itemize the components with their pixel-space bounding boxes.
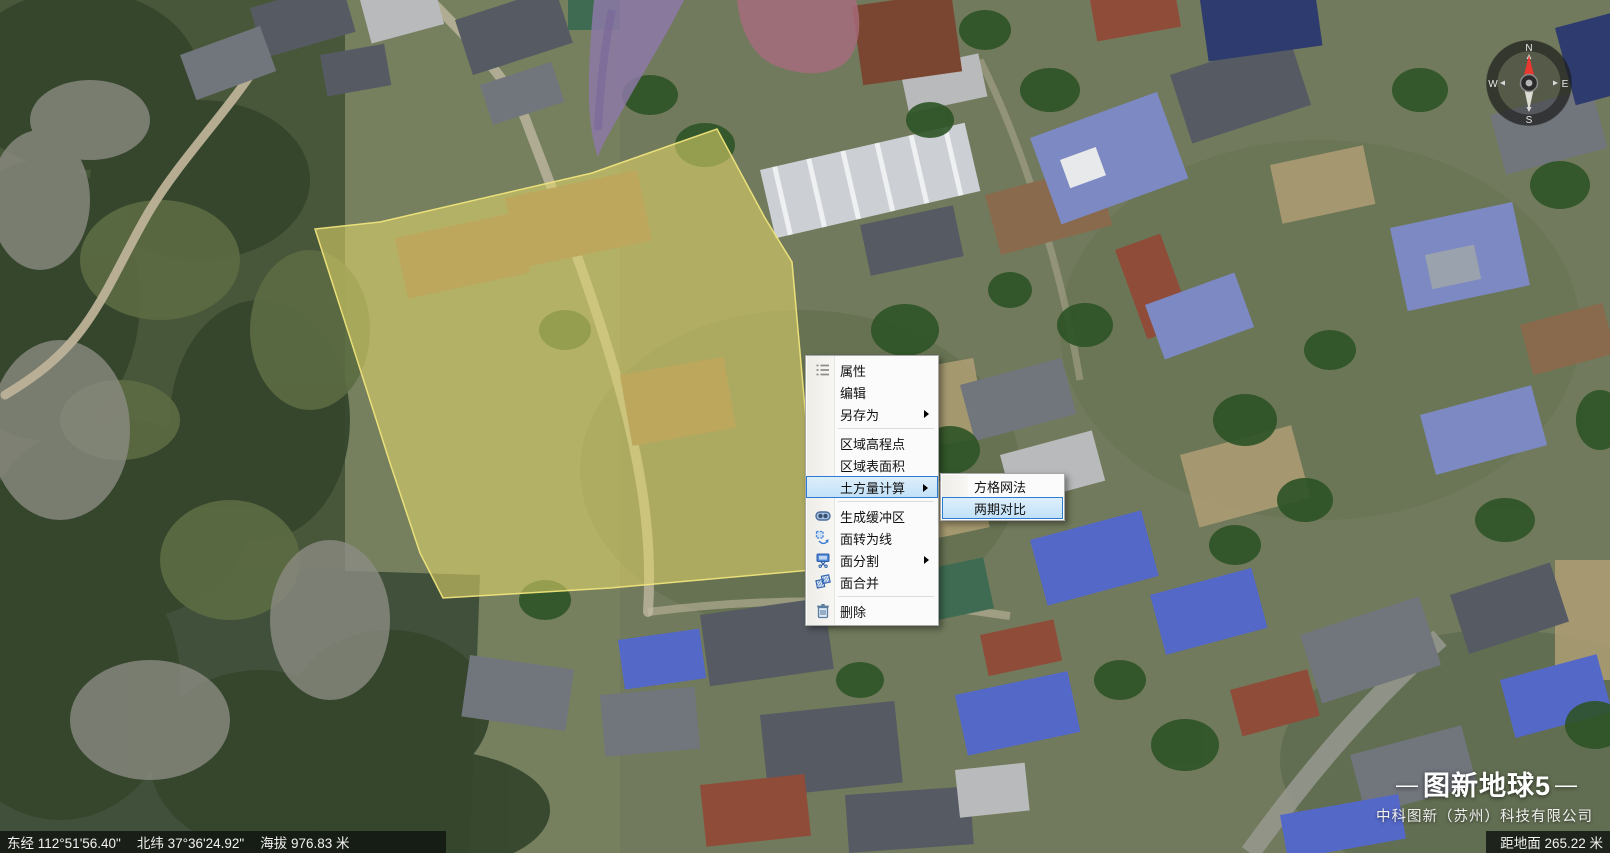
menu-item-label: 属性 [840,361,866,380]
menu-item-edit[interactable]: 编辑 [806,381,938,403]
app-watermark-company: 中科图新（苏州）科技有限公司 [1376,805,1593,826]
menu-item-label: 区域高程点 [840,434,905,453]
submenu-item-label: 两期对比 [974,499,1026,518]
compass-south-label: S [1526,115,1533,126]
menu-separator [838,596,934,597]
status-latitude: 北纬 37°36'24.92" [137,832,244,852]
menu-item-label: 编辑 [840,383,866,402]
menu-item-label: 土方量计算 [840,478,905,497]
compass-north-label: N [1525,43,1532,54]
menu-item-label: 删除 [840,602,866,621]
submenu-arrow-icon [924,410,929,418]
status-altitude: 海拔 976.83 米 [260,832,349,852]
split-icon [812,552,834,568]
submenu-item-two-phase-compare[interactable]: 两期对比 [942,497,1063,519]
watermark-dash-left: — [1392,772,1423,797]
menu-item-label: 面转为线 [840,529,892,548]
menu-item-properties[interactable]: 属性 [806,359,938,381]
polygon-to-line-icon [812,530,834,546]
submenu-arrow-icon [923,484,928,492]
merge-icon [812,574,834,590]
status-bar-camera-height: 距地面 265.22 米 [1486,831,1610,853]
properties-list-icon [812,362,834,378]
application-window: N E S W [0,0,1610,853]
menu-item-save-as[interactable]: 另存为 [806,403,938,425]
menu-item-label: 生成缓冲区 [840,507,905,526]
menu-item-polygon-merge[interactable]: 面合并 [806,571,938,593]
menu-item-label: 另存为 [840,405,879,424]
menu-item-polygon-split[interactable]: 面分割 [806,549,938,571]
menu-item-label: 面分割 [840,551,879,570]
app-watermark-title: —图新地球5— [1392,764,1582,803]
menu-item-label: 面合并 [840,573,879,592]
app-name: 图新地球5 [1423,771,1551,801]
menu-item-label: 区域表面积 [840,456,905,475]
status-distance-to-ground: 距地面 265.22 米 [1500,832,1603,852]
status-longitude: 东经 112°51'56.40" [7,832,121,852]
watermark-dash-right: — [1551,772,1582,797]
submenu-item-grid-method[interactable]: 方格网法 [942,475,1063,497]
submenu-icon-strip [942,475,968,497]
menu-item-earthwork-calculation[interactable]: 土方量计算 [806,476,938,498]
menu-item-region-elevation-points[interactable]: 区域高程点 [806,432,938,454]
menu-item-polygon-to-line[interactable]: 面转为线 [806,527,938,549]
earthwork-submenu: 方格网法 两期对比 [940,473,1065,521]
compass-east-label: E [1562,79,1569,90]
menu-item-delete[interactable]: 删除 [806,600,938,622]
menu-item-generate-buffer[interactable]: 生成缓冲区 [806,505,938,527]
status-bar-coordinates: 东经 112°51'56.40" 北纬 37°36'24.92" 海拔 976.… [0,831,446,853]
trash-icon [812,603,834,619]
submenu-arrow-icon [924,556,929,564]
menu-separator [838,501,934,502]
menu-item-region-surface-area[interactable]: 区域表面积 [806,454,938,476]
menu-separator [838,428,934,429]
buffer-icon [812,508,834,524]
context-menu: 属性 编辑 另存为 区域高程点 区域表面积 土方量计算 [805,355,939,626]
compass-west-label: W [1488,79,1498,90]
compass[interactable]: N E S W [1484,38,1574,128]
submenu-item-label: 方格网法 [974,477,1026,496]
